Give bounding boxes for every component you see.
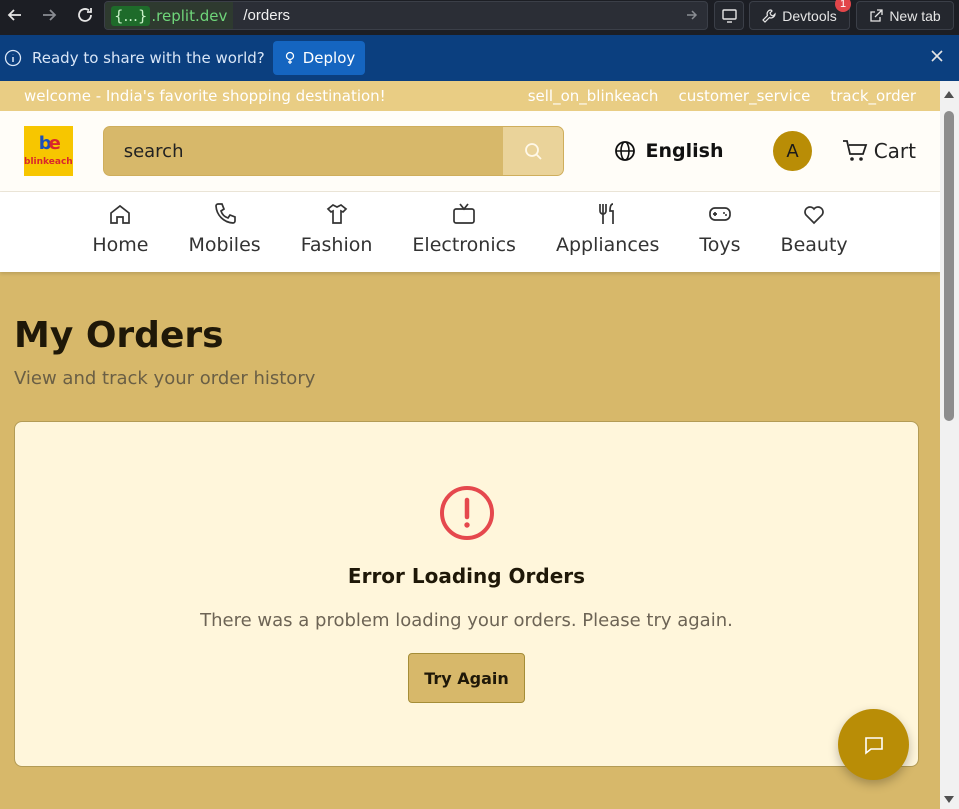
logo[interactable]: be blinkeach [24,126,73,176]
url-host-tag: {...} [111,5,151,26]
category-home[interactable]: Home [92,192,148,272]
category-label: Appliances [555,234,660,256]
chat-button[interactable] [838,709,909,780]
utensils-icon [598,203,614,224]
deploy-button-label: Deploy [302,49,356,67]
error-message: There was a problem loading your orders.… [200,610,733,631]
deploy-icon [285,51,294,64]
info-icon [4,49,22,67]
category-label: Home [92,234,149,256]
close-icon[interactable] [929,48,945,64]
external-link-icon [870,8,883,22]
chat-icon [864,736,883,755]
url-host: {...} .replit.dev [105,2,234,29]
category-label: Mobiles [188,234,261,256]
avatar-initial: A [786,140,799,162]
url-bar[interactable]: {...} .replit.dev /orders [104,1,708,30]
heart-icon [804,206,824,225]
category-toys[interactable]: Toys [699,192,741,272]
category-appliances[interactable]: Appliances [556,192,659,272]
track-order-link[interactable]: track_order [830,87,916,105]
go-arrow-icon[interactable] [685,8,699,22]
category-label: Beauty [780,234,848,256]
monitor-icon [721,8,737,23]
shirt-icon [326,203,347,224]
url-host-domain: .replit.dev [151,6,228,25]
page-subtitle: View and track your order history [14,368,316,389]
scroll-down-arrow[interactable] [944,796,954,803]
language-selector[interactable]: English [614,140,724,162]
wrench-icon [762,8,776,23]
cart-icon [842,140,867,161]
globe-icon [614,141,635,161]
new-tab-button[interactable]: New tab [856,1,954,30]
search-bar [102,126,564,176]
gamepad-icon [709,207,731,221]
new-tab-label: New tab [889,7,941,24]
deploy-button[interactable]: Deploy [272,41,366,75]
devtools-badge: 1 [835,0,851,12]
device-preview-button[interactable] [714,1,744,30]
arrow-right-icon [43,9,57,21]
category-fashion[interactable]: Fashion [300,192,373,272]
devtools-button[interactable]: Devtools 1 [749,0,851,30]
cart-button[interactable]: Cart [842,139,916,163]
phone-icon [214,203,236,224]
browser-toolbar: {...} .replit.dev /orders Devtools 1 New… [0,0,959,35]
category-beauty[interactable]: Beauty [781,192,848,272]
site-header: be blinkeach English A Cart [0,111,940,192]
site-viewport: welcome - India's favorite shopping dest… [0,81,940,809]
reload-button[interactable] [70,0,100,30]
tv-icon [453,203,476,224]
cart-label: Cart [873,139,916,163]
deploy-banner: Ready to share with the world? Deploy [0,35,959,81]
category-mobiles[interactable]: Mobiles [188,192,261,272]
avatar[interactable]: A [773,131,812,171]
reload-icon [78,8,92,22]
search-input[interactable] [103,127,503,175]
back-button[interactable] [0,0,30,30]
customer-service-link[interactable]: customer_service [678,87,810,105]
forward-button[interactable] [34,0,64,30]
scroll-thumb[interactable] [944,111,954,421]
page-scrollbar[interactable] [940,81,959,809]
search-icon [524,143,542,160]
alert-circle-icon [439,486,494,540]
sell-link[interactable]: sell_on_blinkeach [528,87,659,105]
category-electronics[interactable]: Electronics [412,192,516,272]
error-title: Error Loading Orders [347,564,586,588]
language-label: English [645,140,724,162]
arrow-left-icon [7,9,21,21]
try-again-button[interactable]: Try Again [408,653,525,703]
deploy-message: Ready to share with the world? [32,49,265,67]
category-bar: Home Mobiles Fashion Electronics Applian… [0,192,940,272]
category-label: Toys [699,234,741,256]
error-card: Error Loading Orders There was a problem… [14,421,919,767]
category-label: Electronics [412,234,516,256]
category-label: Fashion [300,234,373,256]
top-strip: welcome - India's favorite shopping dest… [0,81,940,111]
scroll-up-arrow[interactable] [944,91,954,98]
page-title: My Orders [14,315,224,356]
devtools-label: Devtools [782,7,837,24]
main-content: My Orders View and track your order hist… [0,315,940,767]
home-icon [110,204,131,224]
search-button[interactable] [502,127,563,175]
url-path: /orders [243,7,291,24]
welcome-text: welcome - India's favorite shopping dest… [24,87,386,105]
logo-text: blinkeach [24,157,73,167]
